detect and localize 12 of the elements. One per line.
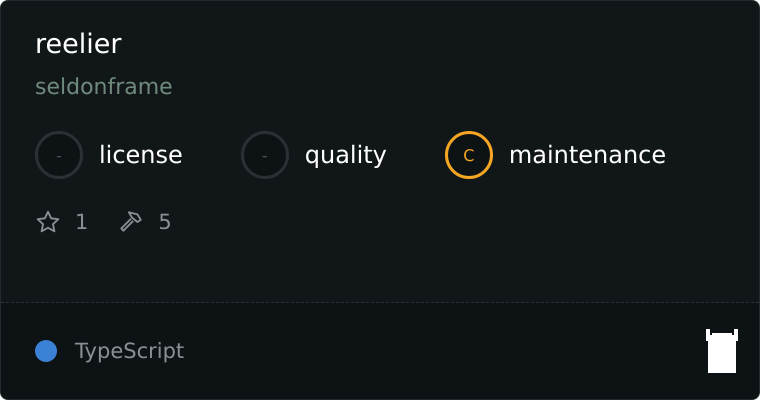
fork-count: 5 xyxy=(158,210,172,234)
star-icon xyxy=(35,209,61,235)
score-label: license xyxy=(99,141,183,169)
star-count: 1 xyxy=(75,210,88,234)
package-name: reelier xyxy=(35,28,122,62)
language-name: TypeScript xyxy=(75,339,186,363)
owner-name: seldonframe xyxy=(35,74,174,102)
score-label: maintenance xyxy=(508,141,666,169)
score-label: quality xyxy=(304,141,387,169)
grade-badge: - xyxy=(240,131,289,179)
grade-badge: - xyxy=(35,131,83,179)
grade-badge: C xyxy=(444,131,493,179)
